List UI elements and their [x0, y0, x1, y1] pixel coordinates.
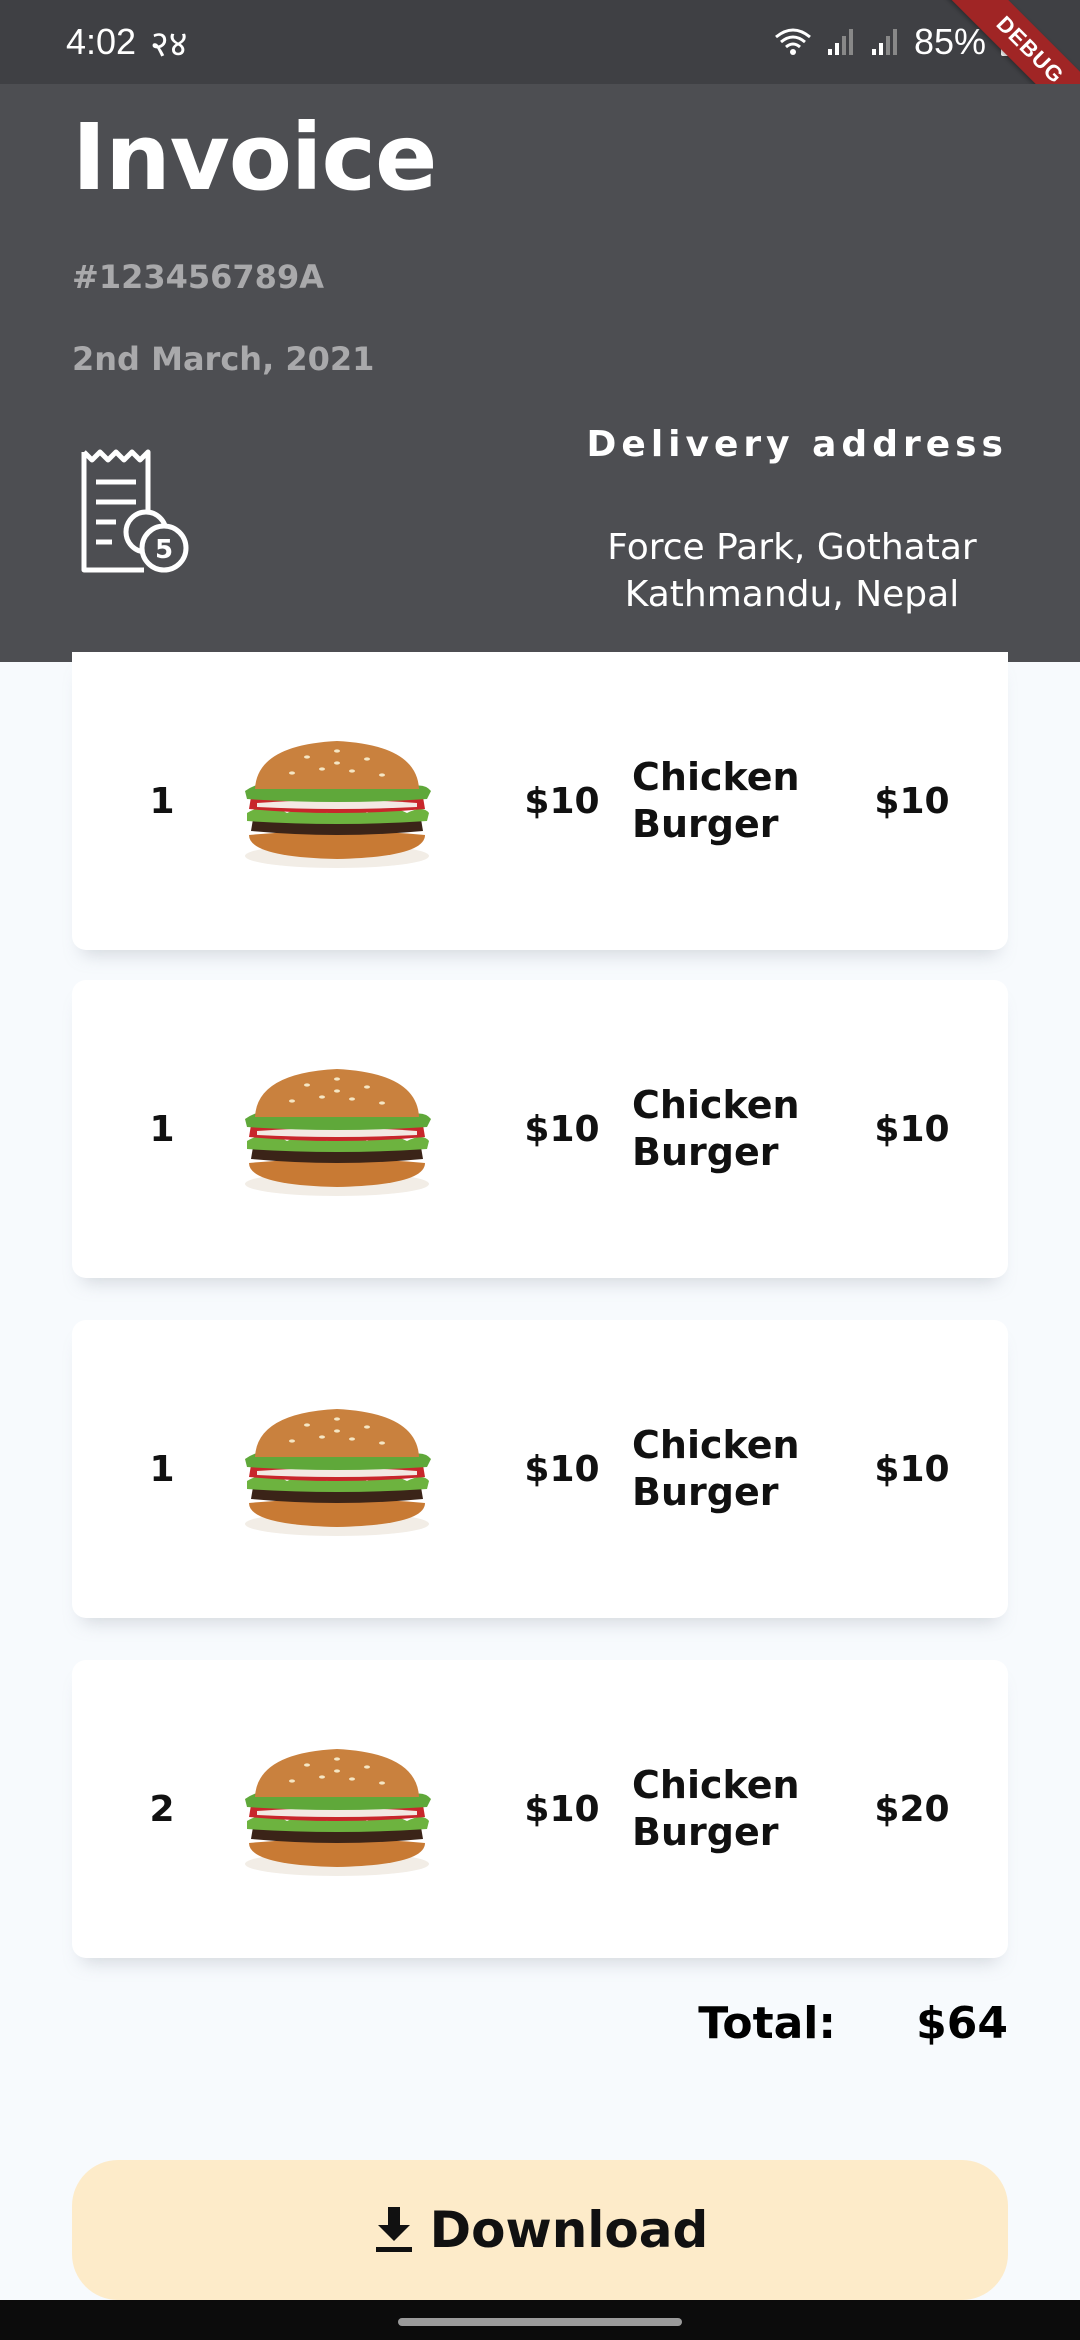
battery-percent: 85% — [913, 21, 986, 62]
delivery-line-2: Kathmandu, Nepal — [624, 574, 960, 615]
receipt-icon: 5 — [81, 449, 189, 573]
items-list[interactable]: 1 $10 Chicken Burger $10 1 $10 Chicken B… — [0, 652, 1080, 1992]
item-total: $10 — [874, 1108, 950, 1150]
item-quantity: 1 — [149, 1108, 175, 1150]
item-name: Chicken Burger — [632, 652, 832, 950]
list-item: 1 $10 Chicken Burger $10 — [72, 1320, 1008, 1618]
home-gesture-handle[interactable] — [398, 2318, 682, 2326]
item-name: Chicken Burger — [632, 1660, 832, 1958]
item-total: $20 — [874, 1788, 950, 1830]
invoice-date: 2nd March, 2021 — [72, 340, 375, 378]
list-item: 1 $10 Chicken Burger $10 — [72, 652, 1008, 950]
item-total: $10 — [874, 780, 950, 822]
item-total: $10 — [874, 1448, 950, 1490]
item-name-line-1: Chicken — [632, 1083, 800, 1127]
item-name: Chicken Burger — [632, 980, 832, 1278]
delivery-heading: Delivery address — [586, 424, 1008, 465]
item-name-line-2: Burger — [632, 1470, 779, 1514]
item-name: Chicken Burger — [632, 1320, 832, 1618]
item-name-line-1: Chicken — [632, 1763, 800, 1807]
item-price: $10 — [524, 780, 600, 822]
total-label: Total: — [698, 1998, 836, 2049]
list-item: 2 $10 Chicken Burger $20 — [72, 1660, 1008, 1958]
download-button[interactable]: Download — [72, 2160, 1008, 2300]
item-quantity: 1 — [149, 780, 175, 822]
item-price: $10 — [524, 1448, 600, 1490]
item-price: $10 — [524, 1788, 600, 1830]
download-label: Download — [429, 2201, 709, 2259]
invoice-screen: 4:02 २४ 85% DEBUG Invoice #123456789A 2n… — [0, 0, 1080, 2340]
item-name-line-2: Burger — [632, 802, 779, 846]
item-name-line-1: Chicken — [632, 755, 800, 799]
wifi-icon — [774, 28, 811, 55]
item-name-line-2: Burger — [632, 1810, 779, 1854]
item-price: $10 — [524, 1108, 600, 1150]
signal-icon — [827, 29, 853, 55]
status-left: 4:02 २४ — [66, 18, 188, 67]
invoice-title: Invoice — [72, 104, 437, 211]
item-quantity: 2 — [149, 1788, 175, 1830]
item-name-line-1: Chicken — [632, 1423, 800, 1467]
invoice-number: #123456789A — [72, 258, 324, 296]
delivery-line-1: Force Park, Gothatar — [607, 527, 977, 568]
item-quantity: 1 — [149, 1448, 175, 1490]
receipt-badge: 5 — [155, 535, 173, 565]
download-icon — [375, 2207, 412, 2252]
delivery-address: Force Park, Gothatar Kathmandu, Nepal — [582, 524, 1002, 618]
burger-image — [232, 652, 442, 950]
burger-image — [232, 1320, 442, 1618]
burger-image — [232, 980, 442, 1278]
invoice-header: Invoice #123456789A 2nd March, 2021 5 De… — [0, 84, 1080, 662]
status-time: 4:02 — [66, 21, 137, 62]
list-item: 1 $10 Chicken Burger $10 — [72, 980, 1008, 1278]
total-value: $64 — [916, 1998, 1008, 2049]
status-bar: 4:02 २४ 85% — [0, 0, 1080, 84]
burger-image — [232, 1660, 442, 1958]
item-name-line-2: Burger — [632, 1130, 779, 1174]
signal-icon-2 — [871, 29, 897, 55]
status-extra: २४ — [150, 22, 188, 64]
